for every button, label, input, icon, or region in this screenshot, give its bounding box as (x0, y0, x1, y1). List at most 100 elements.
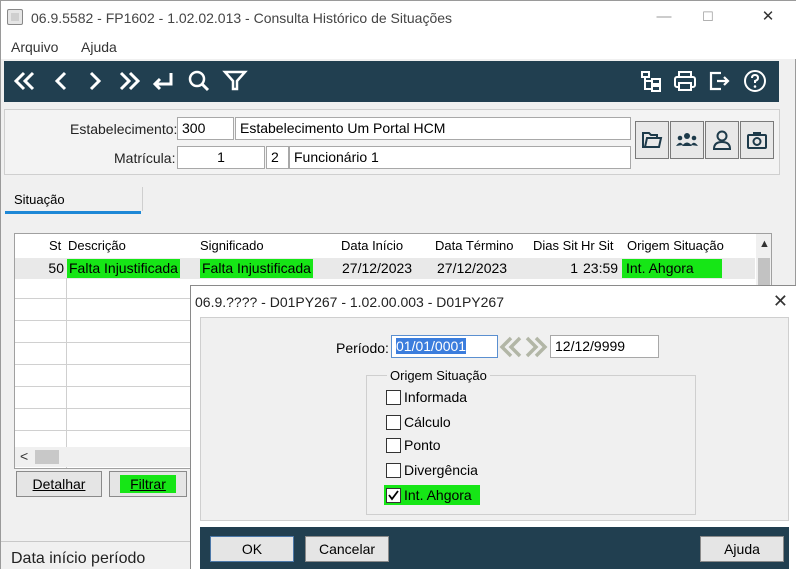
grid-header: St Descrição Significado Data Início Dat… (15, 234, 755, 258)
establishment-name-field: Estabelecimento Um Portal HCM (235, 117, 631, 140)
exit-icon[interactable] (704, 66, 734, 96)
filtrar-button[interactable]: Filtrar (109, 471, 187, 497)
tab-divider (142, 187, 143, 211)
scroll-thumb-horizontal[interactable] (35, 450, 59, 464)
registration-label: Matrícula: (114, 150, 176, 166)
option-informada[interactable]: Informada (386, 387, 467, 407)
cell-data-termino: 27/12/2023 (437, 260, 508, 276)
app-icon (7, 9, 23, 25)
filtrar-label: Filtrar (120, 475, 176, 493)
option-ponto[interactable]: Ponto (386, 435, 441, 455)
cell-origem: Int. Ahgora (622, 259, 722, 278)
menu-ajuda[interactable]: Ajuda (81, 39, 117, 55)
group-icon (676, 133, 698, 146)
employee-name-field: Funcionário 1 (289, 146, 631, 169)
first-icon[interactable] (10, 66, 40, 96)
col-st[interactable]: St (49, 238, 61, 253)
col-significado[interactable]: Significado (200, 238, 264, 253)
checkbox-divergencia[interactable] (386, 462, 401, 478)
scroll-left-icon[interactable]: < (20, 448, 28, 464)
option-ponto-label: Ponto (404, 437, 441, 453)
toolbar (4, 61, 779, 102)
cell-descricao: Falta Injustificada (67, 259, 180, 278)
period-range-icon (499, 335, 549, 359)
period-label: Período: (336, 340, 389, 356)
status-bar: Data início período (1, 541, 191, 569)
grid-row-line (15, 342, 190, 343)
origin-group-title: Origem Situação (387, 368, 490, 383)
tree-icon[interactable] (636, 66, 666, 96)
camera-button[interactable] (740, 121, 774, 159)
col-hr-sit[interactable]: Hr Sit (581, 238, 614, 253)
next-icon[interactable] (80, 66, 110, 96)
option-calculo-label: Cálculo (404, 414, 451, 430)
dialog-title: 06.9.???? - D01PY267 - 1.02.00.003 - D01… (195, 294, 504, 310)
return-icon[interactable] (148, 66, 178, 96)
col-descricao[interactable]: Descrição (68, 238, 126, 253)
cell-dias-sit: 1 (570, 260, 578, 276)
folder-button[interactable] (635, 121, 669, 159)
option-int-ahgora-label: Int. Ahgora (404, 487, 472, 503)
option-divergencia[interactable]: Divergência (386, 460, 478, 480)
filter-dialog: 06.9.???? - D01PY267 - 1.02.00.003 - D01… (190, 285, 796, 569)
tab-situacao[interactable]: Situação (5, 189, 141, 214)
help-button[interactable]: Ajuda (700, 536, 784, 562)
cell-significado: Falta Injustificada (200, 259, 313, 278)
person-icon (712, 130, 732, 150)
grid-horizontal-scrollbar[interactable]: < (15, 447, 190, 467)
cell-hr-sit: 23:59 (583, 260, 619, 276)
col-origem[interactable]: Origem Situação (627, 238, 724, 253)
menu-arquivo[interactable]: Arquivo (11, 39, 58, 55)
dialog-close-icon[interactable]: ✕ (773, 291, 788, 312)
period-end-field[interactable]: 12/12/9999 (550, 335, 659, 358)
folder-icon (642, 132, 663, 148)
table-row[interactable]: 50 Falta Injustificada Falta Injustifica… (15, 258, 755, 279)
menu-bar: Arquivo Ajuda (1, 35, 796, 59)
col-dias-sit[interactable]: Dias Sit (533, 238, 578, 253)
group-button[interactable] (670, 121, 704, 159)
col-data-inicio[interactable]: Data Início (341, 238, 403, 253)
filter-icon[interactable] (220, 66, 250, 96)
establishment-label: Estabelecimento: (70, 121, 178, 137)
option-calculo[interactable]: Cálculo (386, 412, 451, 432)
last-icon[interactable] (114, 66, 144, 96)
grid-row-line (15, 430, 190, 431)
person-button[interactable] (705, 121, 739, 159)
dialog-body: Período: 01/01/0001 12/12/9999 Origem Si… (200, 317, 789, 521)
option-divergencia-label: Divergência (404, 462, 478, 478)
registration-number-field[interactable]: 1 (177, 146, 265, 169)
previous-icon[interactable] (46, 66, 76, 96)
status-text: Data início período (11, 550, 146, 567)
option-informada-label: Informada (404, 389, 468, 405)
main-window: 06.9.5582 - FP1602 - 1.02.02.013 - Consu… (0, 0, 796, 569)
checkbox-ponto[interactable] (386, 437, 401, 453)
ok-button[interactable]: OK (210, 536, 294, 562)
minimize-button[interactable]: — (653, 7, 675, 27)
search-icon[interactable] (184, 66, 214, 96)
scroll-up-icon[interactable]: ▲ (759, 238, 770, 250)
col-data-termino[interactable]: Data Término (435, 238, 514, 253)
option-int-ahgora[interactable]: Int. Ahgora (384, 485, 480, 505)
grid-row-line (15, 364, 190, 365)
close-button[interactable]: ✕ (757, 7, 779, 27)
checkbox-informada[interactable] (386, 389, 401, 405)
dialog-footer: OK Cancelar Ajuda (200, 527, 789, 569)
checkbox-int-ahgora[interactable] (386, 487, 401, 503)
cancel-button[interactable]: Cancelar (305, 536, 389, 562)
grid-row-line (15, 408, 190, 409)
grid-row-line (15, 320, 190, 321)
title-bar: 06.9.5582 - FP1602 - 1.02.02.013 - Consu… (1, 1, 796, 35)
print-icon[interactable] (670, 66, 700, 96)
period-start-value: 01/01/0001 (396, 338, 467, 354)
maximize-button[interactable]: ☐ (697, 7, 719, 27)
detalhar-button[interactable]: Detalhar (16, 471, 102, 497)
checkbox-calculo[interactable] (386, 414, 401, 430)
establishment-code-field[interactable]: 300 (177, 117, 234, 140)
grid-column-line (66, 278, 67, 468)
registration-digit-field: 2 (266, 146, 289, 169)
check-icon (388, 489, 399, 500)
window-title: 06.9.5582 - FP1602 - 1.02.02.013 - Consu… (31, 10, 453, 26)
help-icon[interactable] (740, 66, 770, 96)
detalhar-label: Detalhar (32, 476, 86, 492)
period-start-field[interactable]: 01/01/0001 (391, 335, 498, 358)
